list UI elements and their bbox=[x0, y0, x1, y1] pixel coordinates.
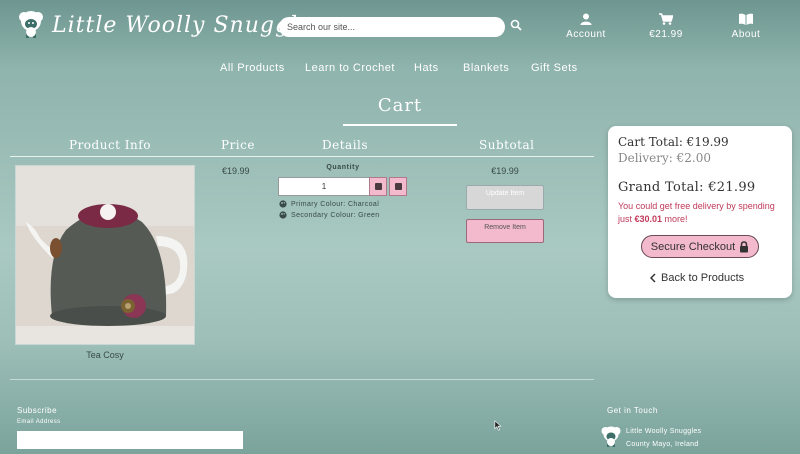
nav-blankets[interactable]: Blankets bbox=[463, 62, 509, 74]
free-delivery-suffix: more! bbox=[662, 214, 688, 224]
quantity-label: Quantity bbox=[326, 164, 360, 171]
column-price: Price bbox=[221, 138, 255, 152]
secure-checkout-button[interactable]: Secure Checkout bbox=[641, 235, 759, 258]
chevron-left-icon bbox=[650, 273, 656, 283]
increment-button[interactable] bbox=[389, 177, 407, 196]
footer-address: County Mayo, Ireland bbox=[626, 441, 699, 448]
item-price: €19.99 bbox=[222, 166, 250, 176]
secondary-colour-text: Secondary Colour: Green bbox=[291, 211, 380, 219]
decrement-button[interactable] bbox=[369, 177, 387, 196]
primary-colour-option: Primary Colour: Charcoal bbox=[279, 200, 379, 208]
subscribe-heading: Subscribe bbox=[17, 406, 58, 415]
back-label: Back to Products bbox=[661, 272, 745, 284]
sheep-logo-icon bbox=[601, 426, 621, 447]
update-item-button[interactable]: Update Item bbox=[466, 185, 544, 210]
account-link[interactable]: Account bbox=[551, 13, 621, 40]
cart-total: Cart Total: €19.99 bbox=[618, 135, 729, 149]
delivery-cost: Delivery: €2.00 bbox=[618, 151, 712, 165]
primary-colour-text: Primary Colour: Charcoal bbox=[291, 200, 380, 208]
nav-hats[interactable]: Hats bbox=[414, 62, 439, 74]
title-divider bbox=[343, 124, 457, 126]
palette-icon bbox=[279, 200, 287, 208]
subscribe-email-input[interactable] bbox=[17, 431, 243, 449]
about-label: About bbox=[731, 29, 761, 40]
page-title: Cart bbox=[377, 95, 423, 116]
secondary-colour-option: Secondary Colour: Green bbox=[279, 211, 380, 219]
remove-item-button[interactable]: Remove Item bbox=[466, 219, 544, 243]
cart-link[interactable]: €21.99 bbox=[631, 13, 701, 40]
column-product-info: Product Info bbox=[69, 138, 151, 152]
tea-cosy-image bbox=[16, 166, 194, 344]
checkout-label: Secure Checkout bbox=[650, 240, 736, 253]
lock-icon bbox=[740, 240, 749, 252]
column-subtotal: Subtotal bbox=[479, 138, 535, 152]
plus-icon bbox=[394, 183, 402, 190]
mouse-cursor-icon bbox=[494, 420, 502, 431]
cart-icon bbox=[659, 13, 673, 25]
palette-icon bbox=[279, 211, 287, 219]
search-icon[interactable] bbox=[510, 19, 522, 31]
email-label: Email Address bbox=[17, 419, 61, 425]
user-icon bbox=[580, 13, 592, 25]
product-name[interactable]: Tea Cosy bbox=[15, 350, 195, 360]
book-icon bbox=[739, 13, 753, 25]
free-delivery-note: You could get free delivery by spending … bbox=[618, 200, 786, 226]
cart-amount: €21.99 bbox=[649, 29, 683, 40]
minus-icon bbox=[374, 183, 382, 190]
order-summary-card: Cart Total: €19.99 Delivery: €2.00 Grand… bbox=[608, 126, 792, 298]
back-to-products-link[interactable]: Back to Products bbox=[650, 272, 744, 284]
search-input[interactable] bbox=[279, 17, 505, 37]
get-in-touch-heading: Get in Touch bbox=[607, 406, 658, 415]
nav-learn-to-crochet[interactable]: Learn to Crochet bbox=[305, 62, 395, 74]
nav-gift-sets[interactable]: Gift Sets bbox=[531, 62, 578, 74]
quantity-input[interactable] bbox=[278, 177, 370, 196]
item-subtotal: €19.99 bbox=[491, 166, 519, 176]
product-image[interactable] bbox=[15, 165, 195, 345]
free-delivery-amount: €30.01 bbox=[634, 214, 663, 224]
footer-business-name: Little Woolly Snuggles bbox=[626, 428, 702, 435]
grand-total: Grand Total: €21.99 bbox=[618, 180, 756, 195]
header-divider bbox=[10, 156, 594, 157]
content-divider bbox=[10, 379, 594, 380]
account-label: Account bbox=[566, 29, 606, 40]
main-navigation: All Products Learn to Crochet Hats Blank… bbox=[0, 62, 800, 76]
site-header: Little Woolly Snuggles Account €21.99 bbox=[0, 0, 800, 55]
about-link[interactable]: About bbox=[711, 13, 781, 40]
sheep-logo-icon bbox=[19, 11, 43, 38]
column-details: Details bbox=[322, 138, 369, 152]
nav-all-products[interactable]: All Products bbox=[220, 62, 285, 74]
